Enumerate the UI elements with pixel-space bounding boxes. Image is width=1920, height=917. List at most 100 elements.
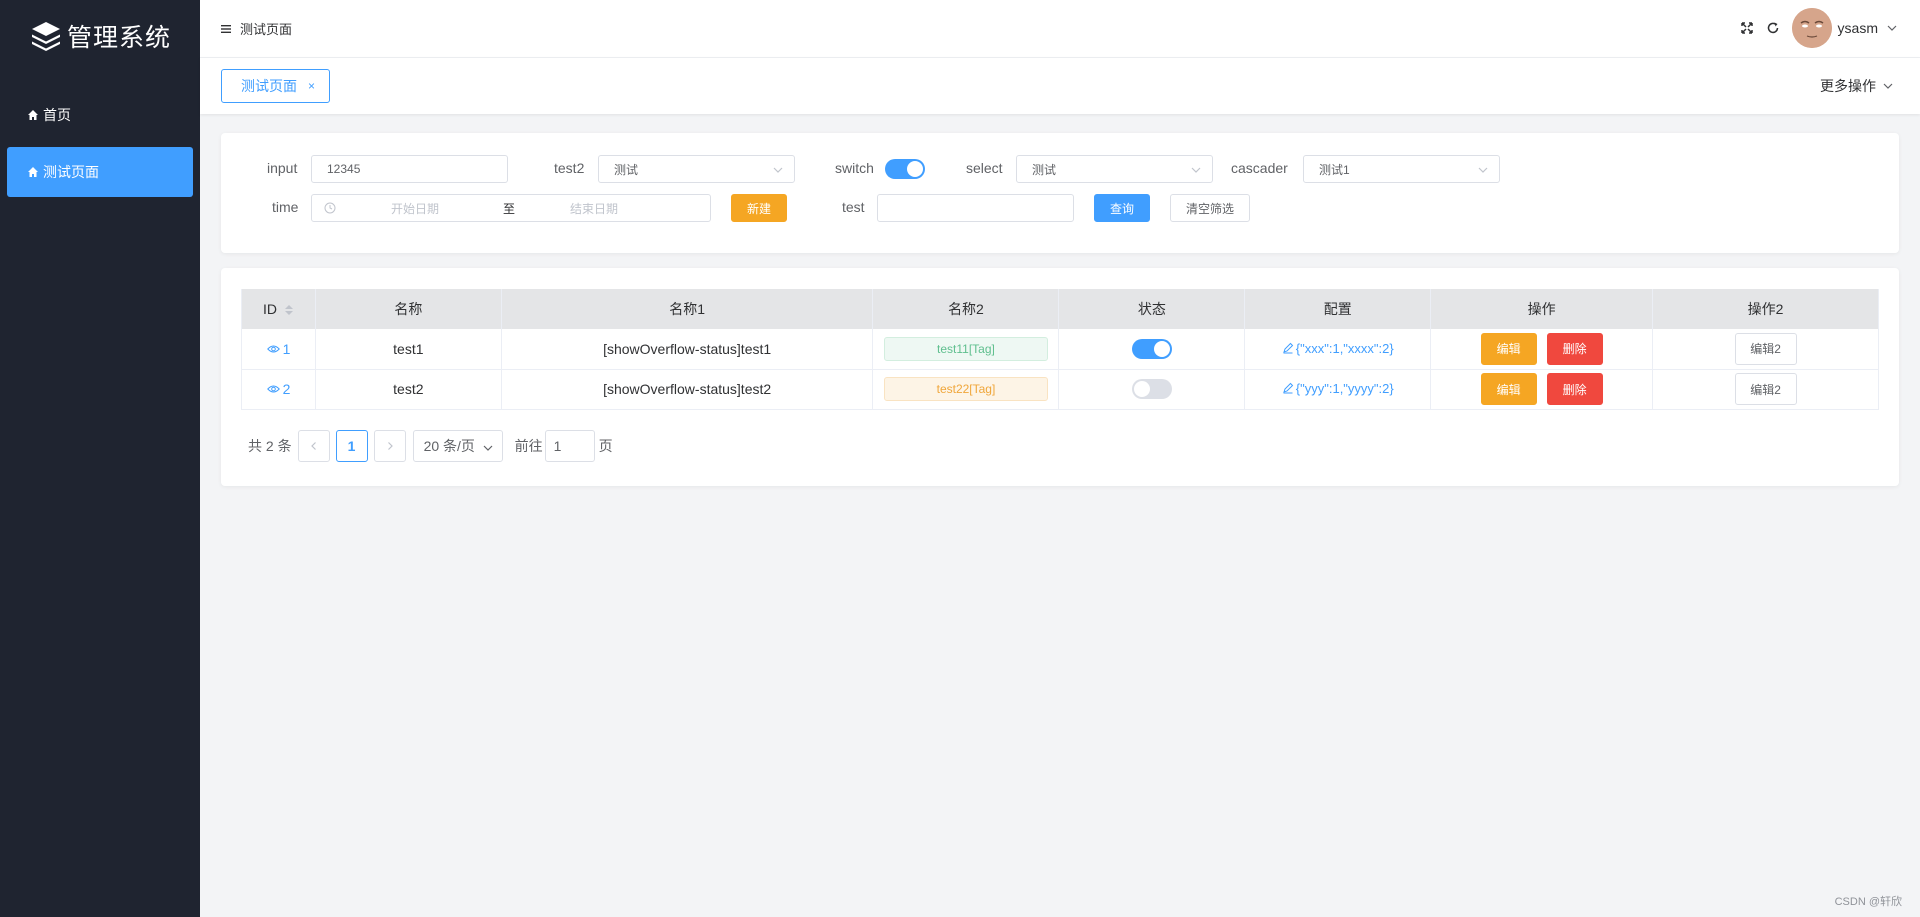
fullscreen-icon[interactable] bbox=[1740, 21, 1754, 35]
column-header-id[interactable]: ID bbox=[241, 289, 316, 329]
avatar[interactable] bbox=[1791, 8, 1832, 48]
switch-label: switch bbox=[835, 160, 874, 176]
filter-switch[interactable] bbox=[885, 159, 925, 179]
select-value: 测试 bbox=[1032, 162, 1057, 177]
sidebar-item-label: 测试页面 bbox=[43, 164, 99, 180]
column-header-name1: 名称1 bbox=[501, 289, 874, 329]
menu-toggle-icon[interactable] bbox=[220, 23, 232, 35]
cascader-value: 测试1 bbox=[1319, 162, 1350, 177]
start-date-placeholder[interactable]: 开始日期 bbox=[391, 200, 439, 217]
top-header: 测试页面 ysasm bbox=[200, 0, 1920, 58]
status-switch[interactable] bbox=[1131, 379, 1172, 399]
switch-knob bbox=[907, 161, 923, 177]
cell-id: 2 bbox=[241, 369, 316, 410]
query-button[interactable]: 查询 bbox=[1094, 194, 1150, 222]
tab-label: 测试页面 bbox=[241, 78, 297, 94]
more-operations-dropdown[interactable]: 更多操作 bbox=[1820, 58, 1894, 114]
config-value: {"xxx":1,"xxxx":2} bbox=[1295, 340, 1394, 356]
page-size-value: 20 条/页 bbox=[423, 438, 475, 454]
column-header-actions2: 操作2 bbox=[1652, 289, 1879, 329]
time-label: time bbox=[272, 199, 299, 215]
test2-select[interactable]: 测试 bbox=[598, 155, 795, 183]
column-header-name: 名称 bbox=[315, 289, 502, 329]
cell-actions: 编辑 删除 bbox=[1430, 369, 1654, 410]
edit2-button[interactable]: 编辑2 bbox=[1734, 332, 1797, 365]
table-row: 2 test2 [showOverflow-status]test2 test2… bbox=[241, 369, 1879, 410]
cell-name1: [showOverflow-status]test1 bbox=[501, 329, 874, 370]
sort-icon[interactable] bbox=[284, 303, 294, 317]
close-icon[interactable]: × bbox=[308, 79, 315, 93]
sidebar-menu: 首页 测试页面 bbox=[0, 90, 200, 197]
clear-filter-button[interactable]: 清空筛选 bbox=[1170, 194, 1250, 222]
cascader-select[interactable]: 测试1 bbox=[1303, 155, 1500, 183]
column-header-label: ID bbox=[263, 300, 278, 317]
sidebar-item-test-page[interactable]: 测试页面 bbox=[7, 147, 193, 197]
chevron-down-icon bbox=[1882, 80, 1894, 92]
cell-name1: [showOverflow-status]test2 bbox=[501, 369, 874, 410]
cell-actions2: 编辑2 bbox=[1652, 329, 1879, 370]
sidebar-item-label: 首页 bbox=[43, 107, 71, 123]
next-page-button[interactable] bbox=[373, 430, 406, 462]
delete-button[interactable]: 删除 bbox=[1546, 373, 1603, 405]
tab-test-page[interactable]: 测试页面 × bbox=[221, 69, 331, 103]
chevron-down-icon bbox=[772, 164, 784, 176]
username[interactable]: ysasm bbox=[1838, 20, 1878, 36]
new-button[interactable]: 新建 bbox=[731, 194, 787, 222]
config-link[interactable]: {"yyy":1,"yyyy":2} bbox=[1282, 381, 1394, 396]
id-value: 2 bbox=[282, 381, 291, 397]
cell-config: {"xxx":1,"xxxx":2} bbox=[1244, 329, 1432, 370]
test-label: test bbox=[842, 199, 865, 215]
edit2-button[interactable]: 编辑2 bbox=[1734, 373, 1797, 405]
pagination-total: 共 2 条 bbox=[248, 438, 292, 454]
app-title: 管理系统 bbox=[66, 24, 171, 52]
select-dropdown[interactable]: 测试 bbox=[1016, 155, 1213, 183]
pagination: 共 2 条 1 20 条/页 前往 1 页 bbox=[248, 430, 613, 462]
select-label: select bbox=[966, 160, 1003, 176]
cell-name2: test11[Tag] bbox=[872, 329, 1060, 370]
clock-icon bbox=[324, 202, 336, 214]
cell-status bbox=[1058, 329, 1246, 370]
delete-button[interactable]: 删除 bbox=[1546, 332, 1603, 365]
column-header-config: 配置 bbox=[1244, 289, 1432, 329]
cell-name2: test22[Tag] bbox=[872, 369, 1060, 410]
end-date-placeholder[interactable]: 结束日期 bbox=[570, 200, 618, 217]
sidebar-item-home[interactable]: 首页 bbox=[7, 90, 193, 140]
test2-value: 测试 bbox=[614, 162, 639, 177]
cell-name: test2 bbox=[315, 369, 502, 410]
sidebar: 管理系统 首页 测试页面 bbox=[0, 0, 200, 917]
edit-button[interactable]: 编辑 bbox=[1480, 332, 1537, 365]
tag-badge: test11[Tag] bbox=[883, 336, 1048, 361]
id-value: 1 bbox=[282, 340, 291, 357]
eye-icon bbox=[266, 344, 280, 354]
test-input[interactable] bbox=[877, 194, 1074, 222]
tabs-bar: 测试页面 × 更多操作 bbox=[200, 58, 1920, 114]
status-switch[interactable] bbox=[1131, 338, 1172, 359]
layers-icon bbox=[31, 22, 60, 51]
config-link[interactable]: {"xxx":1,"xxxx":2} bbox=[1282, 341, 1394, 356]
home-icon bbox=[27, 166, 39, 178]
switch-knob bbox=[1153, 340, 1170, 357]
page-number-button[interactable]: 1 bbox=[335, 430, 368, 462]
prev-page-button[interactable] bbox=[297, 430, 330, 462]
filter-card: input 12345 test2 测试 switch select 测试 ca… bbox=[221, 133, 1899, 253]
table-row: 1 test1 [showOverflow-status]test1 test1… bbox=[241, 329, 1879, 370]
chevron-left-icon bbox=[310, 442, 316, 450]
date-range-separator: 至 bbox=[503, 201, 516, 216]
chevron-down-icon[interactable] bbox=[1886, 22, 1898, 34]
input-label: input bbox=[267, 160, 298, 176]
home-icon bbox=[27, 109, 39, 121]
page-size-select[interactable]: 20 条/页 bbox=[412, 430, 503, 462]
breadcrumb: 测试页面 bbox=[240, 22, 293, 37]
id-link[interactable]: 1 bbox=[266, 340, 291, 357]
date-range-picker[interactable]: 开始日期 至 结束日期 bbox=[311, 194, 711, 222]
edit-button[interactable]: 编辑 bbox=[1480, 373, 1537, 405]
edit-pen-icon bbox=[1282, 342, 1294, 354]
goto-label: 前往 bbox=[514, 438, 543, 454]
goto-page-input[interactable]: 1 bbox=[544, 430, 595, 462]
column-header-name2: 名称2 bbox=[872, 289, 1060, 329]
refresh-icon[interactable] bbox=[1766, 21, 1780, 35]
column-header-status: 状态 bbox=[1058, 289, 1246, 329]
input-field[interactable]: 12345 bbox=[311, 155, 508, 183]
cell-config: {"yyy":1,"yyyy":2} bbox=[1244, 369, 1432, 410]
id-link[interactable]: 2 bbox=[266, 381, 291, 397]
